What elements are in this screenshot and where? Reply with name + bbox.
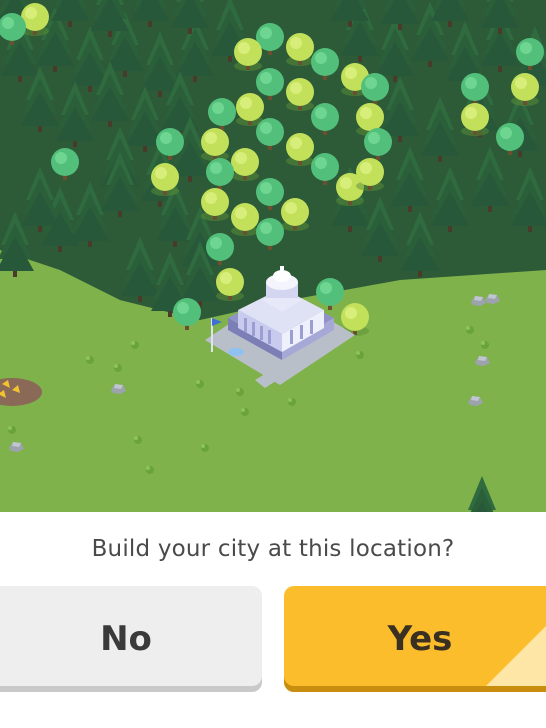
terrain [0, 0, 546, 512]
yes-button-label: Yes [387, 619, 453, 659]
no-button-label: No [100, 619, 152, 659]
no-button[interactable]: No [0, 586, 262, 692]
map-view[interactable] [0, 0, 546, 512]
yes-button[interactable]: Yes [284, 586, 546, 692]
build-prompt-panel: Build your city at this location? No Yes [0, 512, 546, 728]
button-shine [486, 616, 546, 686]
build-question: Build your city at this location? [91, 536, 455, 562]
